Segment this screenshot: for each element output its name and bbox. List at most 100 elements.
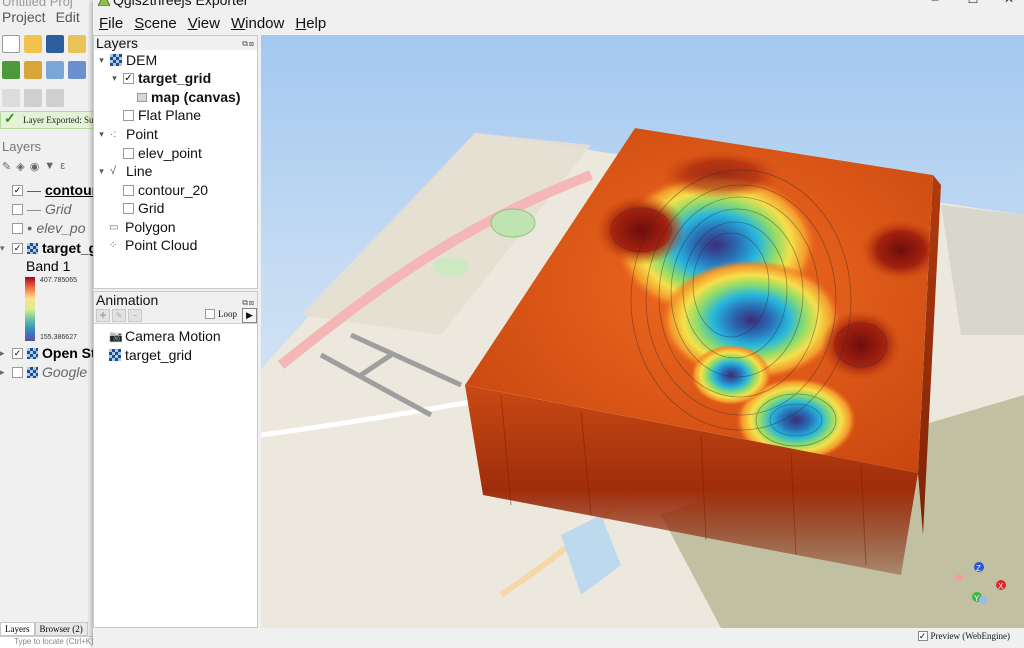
layer-checkbox[interactable]: ✓: [12, 184, 23, 196]
qgis-menu-project[interactable]: Project: [2, 9, 46, 29]
line-icon: —: [27, 201, 41, 217]
point-cloud-icon: ⁘: [109, 239, 118, 251]
add-keyframe-icon[interactable]: ✚: [96, 309, 110, 322]
qgis-layer-grid[interactable]: — Grid: [0, 200, 71, 218]
3d-preview-viewport[interactable]: X Z Y: [261, 35, 1024, 628]
add-group-icon[interactable]: ◈: [16, 160, 24, 176]
axis-y-label: Y: [974, 594, 980, 603]
legend-min: 155.386627: [40, 334, 77, 341]
expression-icon[interactable]: ε: [60, 160, 65, 176]
edit-keyframe-icon[interactable]: ✎: [112, 309, 126, 322]
close-dock-icon[interactable]: ⊠: [249, 39, 255, 48]
anim-track-camera-motion[interactable]: 📷 Camera Motion: [109, 327, 221, 345]
tree-group-point[interactable]: ▾ ·: Point: [97, 125, 158, 143]
layer-checkbox[interactable]: [12, 222, 23, 234]
open-folder-icon[interactable]: [24, 35, 42, 53]
collapse-arrow-icon[interactable]: ▾: [97, 55, 106, 66]
play-button[interactable]: ▶: [242, 308, 257, 323]
style-icon[interactable]: ✎: [2, 160, 11, 176]
qgis-layer-contour[interactable]: ✓ — contour: [0, 181, 96, 199]
menu-view[interactable]: View: [182, 13, 225, 35]
layer-visibility-checkbox[interactable]: [123, 202, 134, 214]
layer-visibility-checkbox[interactable]: [123, 109, 134, 121]
tab-layers[interactable]: Layers: [0, 622, 35, 636]
new-project-icon[interactable]: [2, 35, 20, 53]
identify-icon[interactable]: [24, 89, 42, 107]
axis-neg-z-handle[interactable]: [979, 596, 987, 604]
qgis-select-toolbar: [2, 86, 64, 110]
qgis-layer-elev-point[interactable]: ● elev_po: [0, 219, 85, 237]
close-window-button[interactable]: ✕: [989, 0, 1024, 6]
menu-file[interactable]: File: [93, 13, 128, 35]
digitize-icon[interactable]: [68, 61, 86, 79]
desktop: Untitled Proj Project Edit ✓ Layer Expor…: [0, 0, 1024, 648]
tree-group-polygon[interactable]: ▭ Polygon: [109, 218, 176, 236]
qgis-file-toolbar: [2, 32, 86, 56]
filter-icon[interactable]: ▼: [44, 160, 55, 176]
preview-toggle[interactable]: ✓ Preview (WebEngine): [917, 631, 1010, 641]
collapse-arrow-icon[interactable]: ▾: [97, 129, 106, 140]
vertex-tool-icon[interactable]: [46, 61, 64, 79]
collapse-arrow-icon[interactable]: ▾: [97, 166, 106, 177]
layer-visibility-checkbox[interactable]: ✓: [123, 72, 134, 84]
expand-arrow-icon[interactable]: ▸: [0, 367, 8, 378]
cube-icon[interactable]: [24, 61, 42, 79]
tree-layer-grid[interactable]: Grid: [123, 199, 164, 217]
locator-search-input[interactable]: Type to locate (Ctrl+K): [0, 636, 95, 648]
qgis-status-message: Layer Exported: Suc: [23, 115, 96, 125]
park-oval: [490, 208, 536, 238]
layer-styling-icon[interactable]: [2, 61, 20, 79]
measure-icon[interactable]: [46, 89, 64, 107]
tree-layer-flat-plane[interactable]: Flat Plane: [123, 106, 201, 124]
layer-label: contour: [45, 182, 96, 198]
expand-arrow-icon[interactable]: ▸: [0, 348, 8, 359]
remove-keyframe-icon[interactable]: −: [128, 309, 142, 322]
legend-max: 407.785065: [40, 277, 77, 284]
visibility-icon[interactable]: ◉: [30, 160, 40, 176]
elevation-legend-ramp: [25, 277, 35, 341]
tree-item-map-canvas[interactable]: map (canvas): [137, 88, 240, 106]
loop-checkbox[interactable]: [205, 309, 215, 319]
save-as-icon[interactable]: [68, 35, 86, 53]
maximize-button[interactable]: ☐: [953, 0, 993, 6]
menu-help[interactable]: Help: [289, 13, 331, 35]
close-dock-icon[interactable]: ⊠: [249, 298, 255, 307]
exporter-window: Qgis2threejs Exporter ‒ ☐ ✕ File Scene V…: [93, 0, 1024, 648]
layer-visibility-checkbox[interactable]: [123, 147, 134, 159]
qgis-layer-google[interactable]: ▸ Google: [0, 363, 87, 381]
loop-toggle[interactable]: Loop: [205, 309, 237, 319]
qgis-layer-target-grid[interactable]: ▾ ✓ target_g: [0, 239, 95, 257]
minimize-button[interactable]: ‒: [915, 0, 955, 6]
save-icon[interactable]: [46, 35, 64, 53]
tab-browser[interactable]: Browser (2): [34, 622, 88, 636]
select-icon[interactable]: [2, 89, 20, 107]
menu-scene[interactable]: Scene: [128, 13, 182, 35]
axis-x-label: X: [998, 582, 1004, 591]
layer-checkbox[interactable]: [12, 203, 23, 215]
tree-group-point-cloud[interactable]: ⁘ Point Cloud: [109, 236, 197, 254]
layer-checkbox[interactable]: ✓: [12, 242, 23, 254]
tree-group-line[interactable]: ▾ √ Line: [97, 162, 152, 180]
collapse-arrow-icon[interactable]: ▾: [110, 73, 119, 84]
layer-label: elev_po: [36, 220, 86, 236]
layer-visibility-checkbox[interactable]: [123, 184, 134, 196]
tree-layer-elev-point[interactable]: elev_point: [123, 144, 202, 162]
float-dock-icon[interactable]: ⧉: [242, 39, 249, 48]
layer-checkbox[interactable]: ✓: [12, 347, 23, 359]
qgis2threejs-app-icon: [98, 0, 110, 6]
qgis-bottom-tabs: Layers Browser (2): [0, 622, 95, 636]
expand-arrow-icon[interactable]: ▾: [0, 243, 8, 254]
layer-checkbox[interactable]: [12, 366, 23, 378]
raster-icon: [109, 349, 121, 361]
menu-window[interactable]: Window: [225, 13, 289, 35]
axis-neg-x-handle[interactable]: [955, 574, 963, 582]
qgis-menu-edit[interactable]: Edit: [56, 9, 80, 29]
qgis-layer-openstreetmap[interactable]: ▸ ✓ Open St: [0, 344, 95, 362]
tree-layer-target-grid[interactable]: ▾ ✓ target_grid: [110, 69, 211, 87]
anim-track-target-grid[interactable]: target_grid: [109, 346, 192, 364]
float-dock-icon[interactable]: ⧉: [242, 298, 249, 307]
preview-checkbox[interactable]: ✓: [917, 631, 928, 641]
tree-layer-contour-20[interactable]: contour_20: [123, 181, 208, 199]
terrain-scene[interactable]: X Z Y: [261, 35, 1024, 628]
tree-group-dem[interactable]: ▾ DEM: [97, 51, 157, 69]
